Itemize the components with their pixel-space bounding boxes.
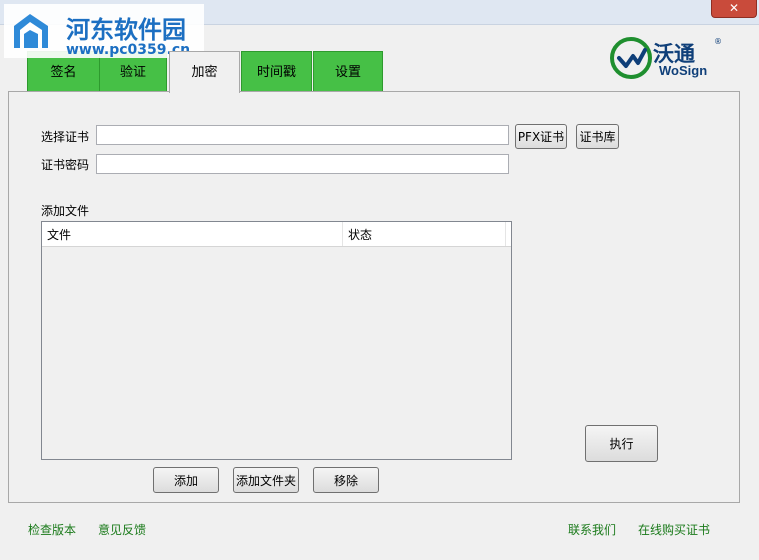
remove-button[interactable]: 移除 xyxy=(313,467,379,493)
add-button[interactable]: 添加 xyxy=(153,467,219,493)
file-list[interactable]: 文件 状态 xyxy=(41,221,512,460)
wosign-check-icon xyxy=(610,37,652,79)
column-status[interactable]: 状态 xyxy=(343,222,506,246)
contact-link[interactable]: 联系我们 xyxy=(568,521,616,538)
watermark: 河东软件园 www.pc0359.cn xyxy=(4,4,204,58)
add-file-label: 添加文件 xyxy=(41,204,90,218)
cert-label: 选择证书 xyxy=(41,130,90,144)
add-folder-button[interactable]: 添加文件夹 xyxy=(233,467,299,493)
watermark-logo-icon xyxy=(14,14,48,48)
close-button[interactable]: ✕ xyxy=(711,0,757,18)
tab-settings[interactable]: 设置 xyxy=(313,51,383,91)
buy-cert-link[interactable]: 在线购买证书 xyxy=(638,521,710,538)
registered-mark: ® xyxy=(714,37,722,46)
file-list-body[interactable] xyxy=(42,247,511,459)
feedback-link[interactable]: 意见反馈 xyxy=(98,521,146,538)
brand-sub: WoSign xyxy=(659,63,708,78)
file-list-header: 文件 状态 xyxy=(42,222,511,247)
wosign-logo: 沃通 ® WoSign xyxy=(607,32,732,84)
column-file[interactable]: 文件 xyxy=(42,222,343,246)
tab-encrypt[interactable]: 加密 xyxy=(169,51,240,93)
pfx-cert-button[interactable]: PFX证书 xyxy=(515,124,567,149)
watermark-title: 河东软件园 xyxy=(66,15,186,44)
tab-timestamp[interactable]: 时间戳 xyxy=(241,51,312,91)
cert-store-button[interactable]: 证书库 xyxy=(576,124,619,149)
password-input[interactable] xyxy=(96,154,509,174)
check-version-link[interactable]: 检查版本 xyxy=(28,521,76,538)
cert-input[interactable] xyxy=(96,125,509,145)
password-label: 证书密码 xyxy=(41,158,90,172)
execute-button[interactable]: 执行 xyxy=(585,425,658,462)
